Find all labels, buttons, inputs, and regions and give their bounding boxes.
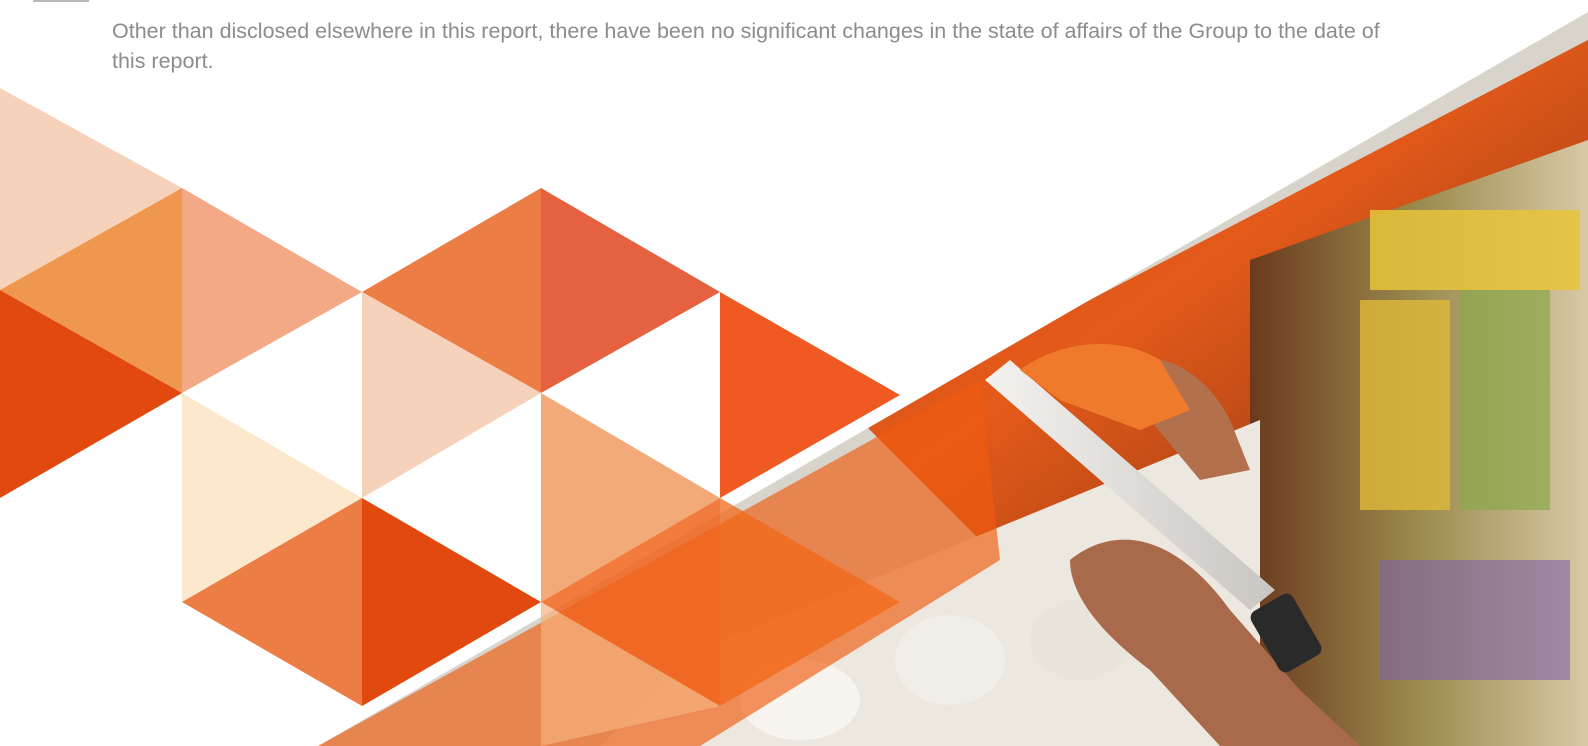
body-paragraph: Other than disclosed elsewhere in this r… xyxy=(112,19,1380,73)
decorative-artwork xyxy=(0,12,1588,746)
triangle-mosaic xyxy=(0,88,900,746)
